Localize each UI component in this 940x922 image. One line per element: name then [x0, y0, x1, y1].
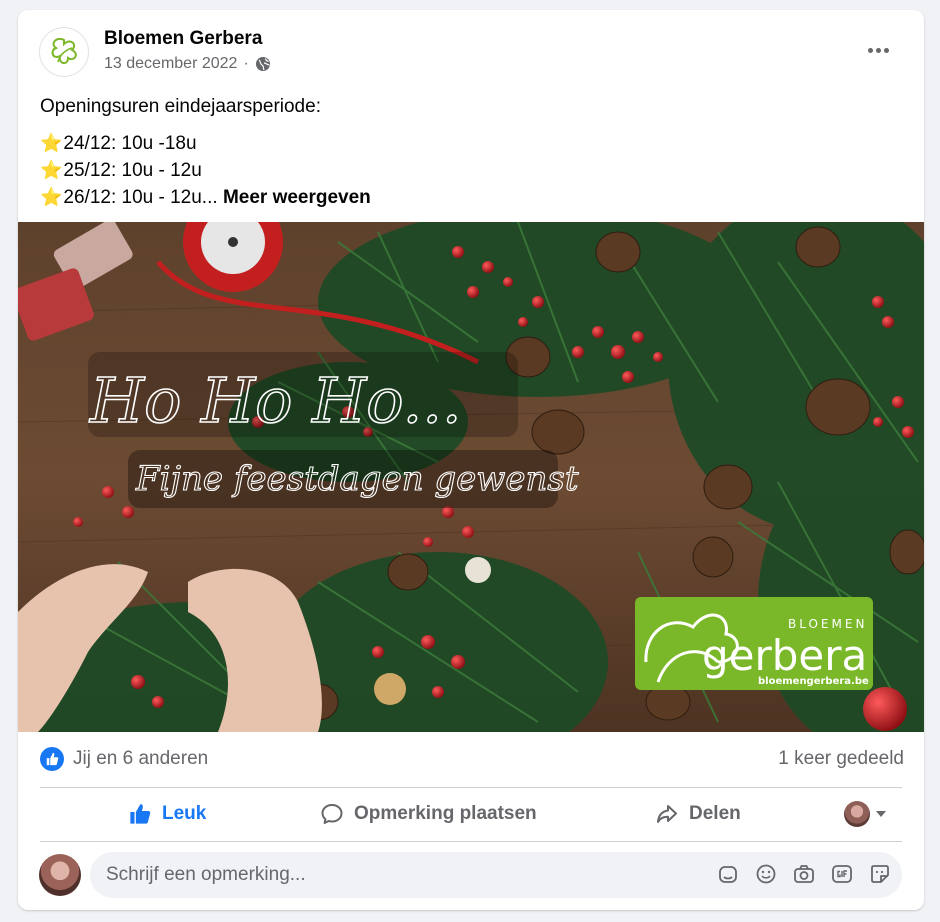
avatar[interactable]	[39, 854, 81, 896]
reactions-count[interactable]: Jij en 6 anderen	[73, 748, 208, 770]
reactions-summary: Jij en 6 anderen 1 keer gedeeld	[18, 732, 924, 786]
like-button[interactable]: Leuk	[128, 788, 206, 840]
image-headline: Ho Ho Ho...	[89, 364, 462, 437]
share-button[interactable]: Delen	[655, 788, 741, 840]
hours-text: 24/12: 10u -18u	[63, 133, 197, 154]
star-icon: ⭐	[40, 133, 63, 153]
more-options-button[interactable]	[860, 35, 896, 65]
comment-composer	[18, 848, 924, 908]
hours-text: 26/12: 10u - 12u...	[63, 187, 218, 208]
globe-icon[interactable]	[255, 56, 271, 72]
meta-separator: ·	[243, 55, 249, 72]
more-dot-icon	[867, 47, 873, 53]
post-header: Bloemen Gerbera 13 december 2022 ·	[18, 10, 924, 90]
shares-count[interactable]: 1 keer gedeeld	[778, 748, 904, 770]
avatar	[844, 801, 870, 827]
post-intro: Openingsuren eindejaarsperiode:	[40, 96, 321, 117]
like-reaction-icon[interactable]	[40, 747, 64, 771]
comment-input[interactable]	[90, 863, 668, 887]
gerbera-logo-icon	[51, 38, 77, 64]
hours-line: ⭐25/12: 10u - 12u	[40, 157, 371, 184]
christmas-wreath-image: Ho Ho Ho... Fijne feestdagen gewenst BLO…	[18, 222, 924, 732]
post-actions: Leuk Opmerking plaatsen Delen	[18, 788, 924, 840]
gif-icon[interactable]	[830, 862, 854, 886]
divider	[40, 841, 902, 842]
logo-url-text: bloemengerbera.be	[758, 676, 869, 687]
sticker-icon[interactable]	[868, 862, 892, 886]
comment-label: Opmerking plaatsen	[354, 803, 537, 824]
hours-line: ⭐26/12: 10u - 12u... Meer weergeven	[40, 184, 371, 211]
share-arrow-icon	[657, 805, 677, 823]
post-date[interactable]: 13 december 2022	[104, 55, 237, 73]
thumbs-up-icon	[46, 752, 59, 766]
post-text: Openingsuren eindejaarsperiode: ⭐24/12: …	[40, 93, 371, 211]
like-label: Leuk	[162, 803, 207, 824]
logo-main-text: gerbera	[702, 631, 867, 680]
more-dot-icon	[875, 47, 881, 53]
page-avatar[interactable]	[39, 27, 89, 77]
post-meta: 13 december 2022 ·	[104, 55, 271, 73]
share-label: Delen	[689, 803, 741, 824]
avatar-sticker-icon[interactable]	[716, 862, 740, 886]
see-more-link[interactable]: Meer weergeven	[223, 187, 371, 208]
page-name[interactable]: Bloemen Gerbera	[104, 28, 262, 50]
logo-top-text: BLOEMEN	[788, 617, 867, 631]
comment-tools	[716, 862, 892, 886]
hours-line: ⭐24/12: 10u -18u	[40, 130, 371, 157]
thumbs-up-icon	[130, 804, 151, 824]
star-icon: ⭐	[40, 160, 63, 180]
camera-icon[interactable]	[792, 862, 816, 886]
more-dot-icon	[883, 47, 889, 53]
comment-icon	[321, 804, 343, 824]
post-card: Bloemen Gerbera 13 december 2022 · Openi…	[18, 10, 924, 910]
chevron-down-icon	[876, 811, 886, 817]
image-subline: Fijne feestdagen gewenst	[135, 459, 579, 499]
reaction-as-selector[interactable]	[844, 798, 886, 830]
post-photo[interactable]: Ho Ho Ho... Fijne feestdagen gewenst BLO…	[18, 222, 924, 732]
comment-box	[90, 852, 902, 898]
emoji-icon[interactable]	[754, 862, 778, 886]
star-icon: ⭐	[40, 187, 63, 207]
comment-button[interactable]: Opmerking plaatsen	[320, 788, 537, 840]
hours-text: 25/12: 10u - 12u	[63, 160, 202, 181]
